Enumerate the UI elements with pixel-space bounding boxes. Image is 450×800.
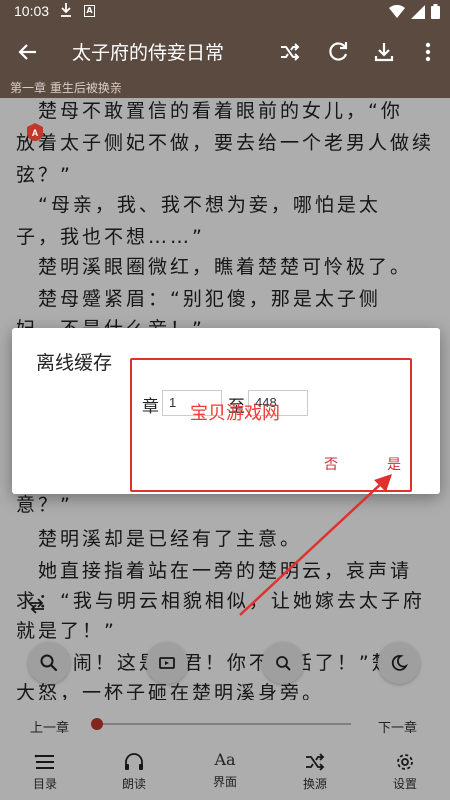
status-icons (389, 4, 440, 19)
svg-text:A: A (32, 128, 39, 138)
refresh-icon (329, 42, 348, 61)
shuffle-icon (281, 43, 300, 61)
app-notification-icon: A (84, 5, 95, 17)
download-button[interactable] (370, 38, 398, 66)
status-bar: 10:03 A (0, 0, 450, 24)
change-source-button[interactable] (276, 38, 304, 66)
battery-icon (431, 4, 440, 19)
offline-cache-dialog: 离线缓存 章 1 至 448 宝贝游戏网 否 是 (12, 328, 440, 494)
annotation-highlight-box (130, 358, 412, 492)
more-vertical-icon (425, 42, 431, 62)
refresh-button[interactable] (324, 38, 352, 66)
status-time: 10:03 (14, 3, 50, 19)
back-button[interactable] (12, 36, 44, 68)
arrow-left-icon (18, 44, 36, 60)
download-icon (60, 2, 72, 22)
app-bar: 太子府的侍妾日常 (0, 24, 450, 80)
dialog-title: 离线缓存 (36, 352, 113, 374)
download-icon (374, 43, 394, 62)
signal-icon (411, 4, 425, 19)
more-menu-button[interactable] (414, 38, 442, 66)
book-badge-icon: A (26, 122, 44, 142)
wifi-icon (389, 4, 405, 18)
book-title: 太子府的侍妾日常 (72, 42, 225, 64)
chapter-title: 第一章 重生后被换亲 (0, 80, 450, 98)
